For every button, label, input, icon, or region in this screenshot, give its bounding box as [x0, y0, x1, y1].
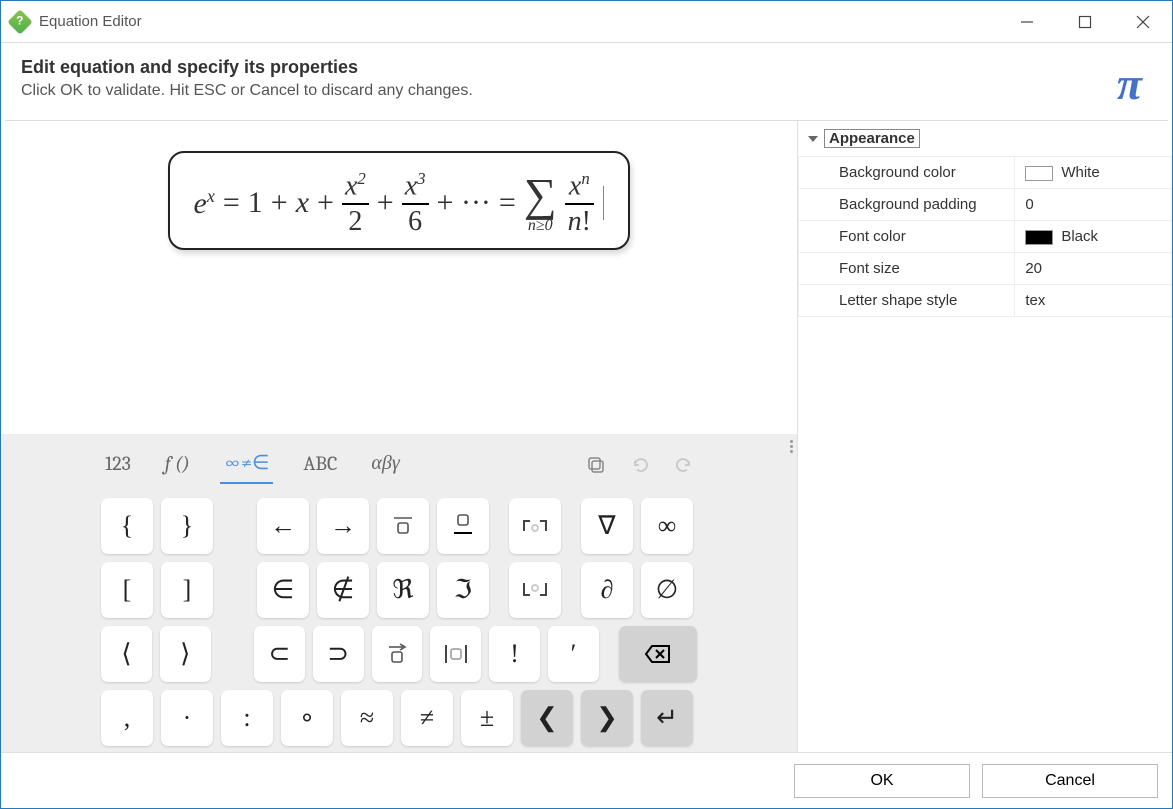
chevron-down-icon[interactable] [808, 136, 818, 142]
maximize-button[interactable] [1056, 1, 1114, 43]
ok-button[interactable]: OK [794, 764, 970, 798]
tab-digits[interactable]: 123 [101, 448, 135, 483]
tab-latin[interactable]: ABC [299, 448, 341, 483]
prop-row-fontsize[interactable]: Font size 20 [799, 253, 1172, 285]
prop-row-shape[interactable]: Letter shape style tex [799, 285, 1172, 317]
keyboard-tabs: 123 f () ∞≠∈ ABC αβγ [101, 446, 697, 484]
key-left-arrow[interactable]: ← [257, 498, 309, 554]
key-neq[interactable]: ≠ [401, 690, 453, 746]
section-title[interactable]: Appearance [824, 129, 920, 148]
key-comma[interactable]: , [101, 690, 153, 746]
key-notin[interactable]: ∉ [317, 562, 369, 618]
equation-content: ex = 1 + x + x22 + x36 + ··· = ∑n≥0 xnn! [194, 171, 605, 236]
key-partial[interactable]: ∂ [581, 562, 633, 618]
key-abs[interactable] [430, 626, 481, 682]
key-supset[interactable]: ⊃ [313, 626, 364, 682]
close-button[interactable] [1114, 1, 1172, 43]
properties-panel: Appearance Background color White Backgr… [798, 121, 1172, 752]
prop-row-bgpad[interactable]: Background padding 0 [799, 189, 1172, 221]
key-im[interactable]: ℑ [437, 562, 489, 618]
key-rangle[interactable]: ⟩ [160, 626, 211, 682]
key-factorial[interactable]: ! [489, 626, 540, 682]
pi-icon: π [1117, 57, 1142, 110]
key-underbar[interactable] [437, 498, 489, 554]
dialog-header: Edit equation and specify its properties… [1, 43, 1172, 120]
key-subset[interactable]: ⊂ [254, 626, 305, 682]
key-infinity[interactable]: ∞ [641, 498, 693, 554]
key-circ[interactable]: ∘ [281, 690, 333, 746]
equation-preview[interactable]: ex = 1 + x + x22 + x36 + ··· = ∑n≥0 xnn! [1, 121, 797, 434]
tab-functions[interactable]: f () [161, 448, 194, 483]
window-title: Equation Editor [39, 13, 142, 30]
key-in[interactable]: ∈ [257, 562, 309, 618]
prop-row-bgcolor[interactable]: Background color White [799, 157, 1172, 189]
key-dot[interactable]: · [161, 690, 213, 746]
key-approx[interactable]: ≈ [341, 690, 393, 746]
key-rbrace[interactable]: } [161, 498, 213, 554]
key-enter[interactable]: ↵ [641, 690, 693, 746]
cancel-button[interactable]: Cancel [982, 764, 1158, 798]
key-langle[interactable]: ⟨ [101, 626, 152, 682]
tab-greek[interactable]: αβγ [367, 447, 403, 483]
key-colon[interactable]: : [221, 690, 273, 746]
key-pm[interactable]: ± [461, 690, 513, 746]
key-overbar[interactable] [377, 498, 429, 554]
key-floor[interactable] [509, 562, 561, 618]
header-subtitle: Click OK to validate. Hit ESC or Cancel … [21, 82, 1117, 100]
copy-icon[interactable] [583, 452, 609, 478]
key-cursor-left[interactable]: ❮ [521, 690, 573, 746]
key-cursor-right[interactable]: ❯ [581, 690, 633, 746]
symbol-keyboard: 123 f () ∞≠∈ ABC αβγ [1, 434, 797, 752]
undo-icon[interactable] [627, 452, 653, 478]
key-prime[interactable]: ′ [548, 626, 599, 682]
key-nabla[interactable]: ∇ [581, 498, 633, 554]
key-ceiling[interactable] [509, 498, 561, 554]
minimize-button[interactable] [998, 1, 1056, 43]
text-cursor [603, 186, 605, 220]
redo-icon[interactable] [671, 452, 697, 478]
key-re[interactable]: ℜ [377, 562, 429, 618]
key-vector[interactable] [372, 626, 423, 682]
key-lbrace[interactable]: { [101, 498, 153, 554]
kebab-icon[interactable] [790, 440, 793, 453]
app-icon [7, 9, 32, 34]
header-title: Edit equation and specify its properties [21, 57, 1117, 78]
tab-symbols[interactable]: ∞≠∈ [220, 446, 274, 484]
key-backspace[interactable] [619, 626, 697, 682]
swatch-black [1025, 230, 1053, 245]
key-right-arrow[interactable]: → [317, 498, 369, 554]
key-rbracket[interactable]: ] [161, 562, 213, 618]
swatch-white [1025, 166, 1053, 181]
titlebar: Equation Editor [1, 1, 1172, 43]
dialog-footer: OK Cancel [1, 752, 1172, 808]
key-emptyset[interactable]: ∅ [641, 562, 693, 618]
key-lbracket[interactable]: [ [101, 562, 153, 618]
prop-row-fontcolor[interactable]: Font color Black [799, 221, 1172, 253]
